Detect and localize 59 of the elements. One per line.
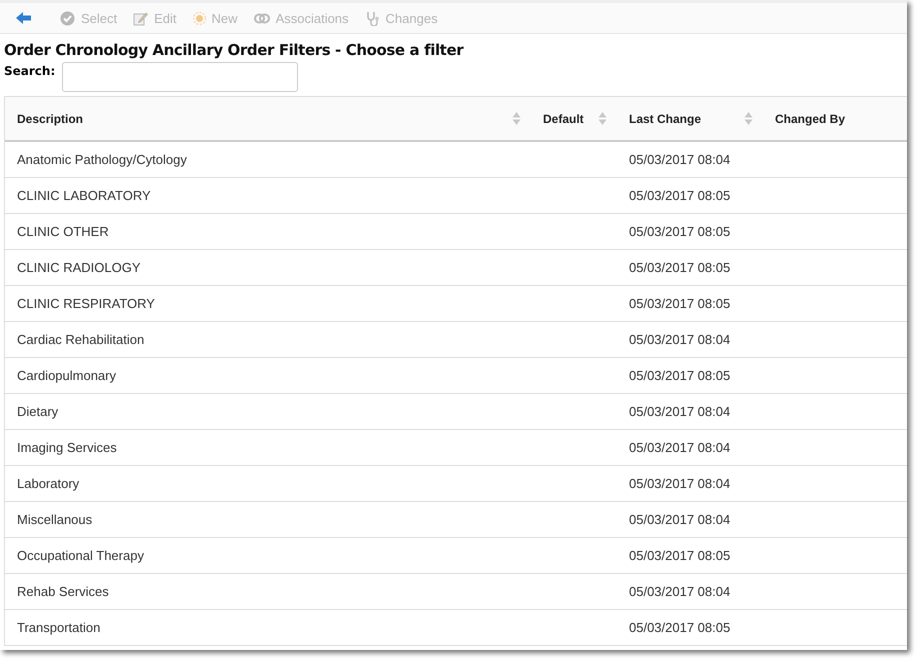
table-cell: Cardiopulmonary <box>17 368 116 383</box>
table-row[interactable]: Imaging Services 05/03/2017 08:04 <box>5 430 907 466</box>
table-cell: 05/03/2017 08:04 <box>629 404 730 419</box>
table-cell: 05/03/2017 08:04 <box>629 476 730 491</box>
table-cell: Rehab Services <box>17 584 109 599</box>
table-cell: 05/03/2017 08:04 <box>629 512 730 527</box>
sun-icon <box>192 12 206 24</box>
column-header[interactable]: Default <box>531 97 617 140</box>
pencil-note-icon <box>133 10 148 26</box>
table-cell: CLINIC RADIOLOGY <box>17 260 141 275</box>
table-cell: 05/03/2017 08:05 <box>629 296 730 311</box>
table-cell: 05/03/2017 08:04 <box>629 440 730 455</box>
column-header[interactable]: Description <box>5 97 531 140</box>
search-label: Search: <box>4 64 56 78</box>
table-cell: CLINIC LABORATORY <box>17 188 151 203</box>
sort-icon <box>744 111 753 126</box>
table-cell: Dietary <box>17 404 58 419</box>
table-row[interactable]: Occupational Therapy 05/03/2017 08:05 <box>5 538 907 574</box>
table-cell: 05/03/2017 08:05 <box>629 188 730 203</box>
sort-icon <box>512 111 521 126</box>
table-cell: Transportation <box>17 620 100 635</box>
table-cell: 05/03/2017 08:05 <box>629 620 730 635</box>
column-header[interactable]: Changed By <box>763 97 907 140</box>
table-row[interactable]: Miscellanous 05/03/2017 08:04 <box>5 502 907 538</box>
table-row[interactable]: CLINIC RADIOLOGY 05/03/2017 08:05 <box>5 250 907 286</box>
table-cell: 05/03/2017 08:05 <box>629 548 730 563</box>
table-cell: CLINIC OTHER <box>17 224 109 239</box>
table-row[interactable]: CLINIC OTHER 05/03/2017 08:05 <box>5 214 907 250</box>
sort-icon <box>598 111 607 126</box>
stethoscope-icon <box>364 10 380 26</box>
page-title: Order Chronology Ancillary Order Filters - Choose a filter <box>4 41 465 59</box>
column-header[interactable]: Last Change <box>617 97 763 140</box>
table-row[interactable]: Laboratory 05/03/2017 08:04 <box>5 466 907 502</box>
table-row[interactable]: Cardiopulmonary 05/03/2017 08:05 <box>5 358 907 394</box>
table-row[interactable]: Transportation 05/03/2017 08:05 <box>5 610 907 646</box>
table-cell: CLINIC RESPIRATORY <box>17 296 155 311</box>
table-cell: 05/03/2017 08:04 <box>629 152 730 167</box>
table-cell: 05/03/2017 08:05 <box>629 260 730 275</box>
table-row[interactable]: Dietary 05/03/2017 08:04 <box>5 394 907 430</box>
table-cell: 05/03/2017 08:04 <box>629 584 730 599</box>
table-cell: Occupational Therapy <box>17 548 144 563</box>
back-button[interactable] <box>14 10 34 26</box>
table-cell: Cardiac Rehabilitation <box>17 332 144 347</box>
table-cell: 05/03/2017 08:04 <box>629 332 730 347</box>
check-circle-icon <box>60 10 75 26</box>
table-row[interactable]: Cardiac Rehabilitation 05/03/2017 08:04 <box>5 322 907 358</box>
table-row[interactable]: Rehab Services 05/03/2017 08:04 <box>5 574 907 610</box>
table-cell: Imaging Services <box>17 440 117 455</box>
linked-rings-icon <box>254 12 270 24</box>
table-row[interactable]: CLINIC RESPIRATORY 05/03/2017 08:05 <box>5 286 907 322</box>
table-row[interactable]: Anatomic Pathology/Cytology 05/03/2017 08:04 <box>5 142 907 178</box>
table-cell: Miscellanous <box>17 512 92 527</box>
arrow-left-icon <box>16 12 32 24</box>
search-field[interactable] <box>62 62 298 92</box>
table-cell: Anatomic Pathology/Cytology <box>17 152 187 167</box>
table-cell: Laboratory <box>17 476 80 491</box>
table-row[interactable]: CLINIC LABORATORY 05/03/2017 08:05 <box>5 178 907 214</box>
table-cell: 05/03/2017 08:05 <box>629 224 730 239</box>
table-cell: 05/03/2017 08:05 <box>629 368 730 383</box>
